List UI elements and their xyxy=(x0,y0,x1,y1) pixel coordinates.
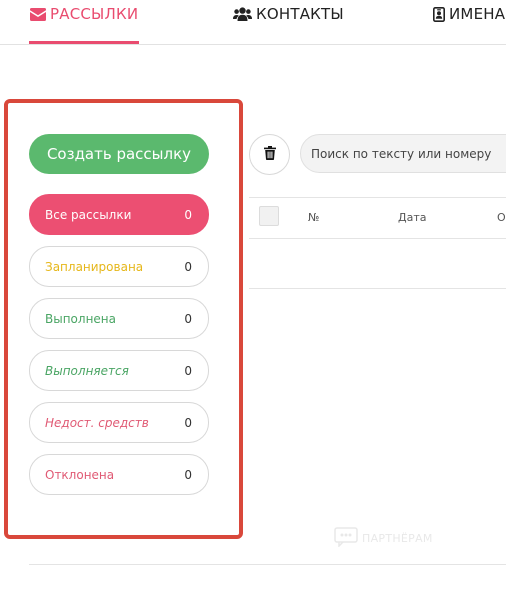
filter-planned[interactable]: Запланирована 0 xyxy=(29,246,209,287)
footer-divider xyxy=(29,564,506,565)
delete-button[interactable] xyxy=(249,134,290,175)
filter-label: Все рассылки xyxy=(45,207,132,222)
tab-mailings-label: РАССЫЛКИ xyxy=(50,5,139,23)
column-header-date[interactable]: Дата xyxy=(398,211,426,224)
tab-contacts[interactable]: КОНТАКТЫ xyxy=(233,4,344,24)
filter-count: 0 xyxy=(184,207,192,222)
id-badge-icon xyxy=(433,6,445,22)
filter-label: Недост. средств xyxy=(45,415,149,430)
filter-completed[interactable]: Выполнена 0 xyxy=(29,298,209,339)
filter-count: 0 xyxy=(184,259,192,274)
column-header-number[interactable]: № xyxy=(308,211,319,224)
create-mailing-button[interactable]: Создать рассылку xyxy=(29,134,209,174)
search-input[interactable]: Поиск по тексту или номеру xyxy=(300,134,506,173)
filter-count: 0 xyxy=(184,467,192,482)
partner-watermark: ПАРТНЁРАМ xyxy=(334,527,433,550)
filter-label: Выполнена xyxy=(45,311,116,326)
filter-count: 0 xyxy=(184,363,192,378)
filter-all-mailings[interactable]: Все рассылки 0 xyxy=(29,194,209,235)
mailing-sidebar: Создать рассылку Все рассылки 0 Запланир… xyxy=(4,99,243,539)
users-icon xyxy=(233,7,252,21)
watermark-text: ПАРТНЁРАМ xyxy=(362,532,433,545)
select-all-checkbox[interactable] xyxy=(259,206,279,226)
tab-contacts-label: КОНТАКТЫ xyxy=(256,5,344,23)
tab-names-label: ИМЕНА xyxy=(449,5,506,23)
filter-label: Выполняется xyxy=(45,363,129,378)
tab-mailings[interactable]: РАССЫЛКИ xyxy=(30,4,138,24)
envelope-icon xyxy=(30,7,46,21)
table-empty-row-divider xyxy=(249,288,506,289)
search-placeholder: Поиск по тексту или номеру xyxy=(311,146,492,161)
filter-label: Отклонена xyxy=(45,467,115,482)
column-header-truncated[interactable]: О xyxy=(497,211,506,224)
active-tab-indicator xyxy=(29,41,139,44)
filter-insufficient-funds[interactable]: Недост. средств 0 xyxy=(29,402,209,443)
filter-count: 0 xyxy=(184,415,192,430)
tab-names[interactable]: ИМЕНА xyxy=(433,4,505,24)
filter-label: Запланирована xyxy=(45,259,144,274)
filter-rejected[interactable]: Отклонена 0 xyxy=(29,454,209,495)
filter-count: 0 xyxy=(184,311,192,326)
top-tabs: РАССЫЛКИ КОНТАКТЫ ИМЕНА xyxy=(0,0,506,45)
filter-in-progress[interactable]: Выполняется 0 xyxy=(29,350,209,391)
chat-icon xyxy=(334,527,358,550)
trash-icon xyxy=(263,145,276,164)
table-header: № Дата О xyxy=(249,197,506,239)
